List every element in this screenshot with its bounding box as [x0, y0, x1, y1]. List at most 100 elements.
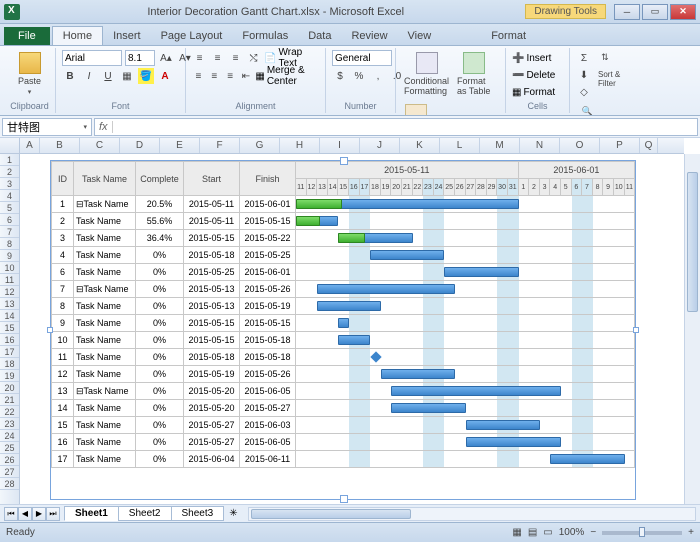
border-button[interactable]: ▦	[119, 68, 135, 84]
zoom-knob[interactable]	[639, 527, 645, 537]
vertical-scrollbar[interactable]	[684, 154, 700, 504]
row-header[interactable]: 14	[0, 310, 19, 322]
scroll-thumb[interactable]	[687, 172, 698, 312]
underline-button[interactable]: U	[100, 68, 116, 84]
tab-nav-first[interactable]: ⏮	[4, 507, 18, 521]
gantt-chart-object[interactable]: IDTask NameCompleteStartFinish2015-05-11…	[50, 160, 636, 500]
align-right-icon[interactable]: ≡	[224, 68, 237, 84]
align-center-icon[interactable]: ≡	[208, 68, 221, 84]
formula-input[interactable]: fx	[94, 118, 698, 136]
row-header[interactable]: 13	[0, 298, 19, 310]
col-header[interactable]: N	[520, 138, 560, 153]
autosum-icon[interactable]: Σ	[576, 50, 592, 66]
file-tab[interactable]: File	[4, 27, 50, 45]
row-header[interactable]: 7	[0, 226, 19, 238]
italic-button[interactable]: I	[81, 68, 97, 84]
align-top-icon[interactable]: ≡	[192, 50, 207, 66]
row-header[interactable]: 9	[0, 250, 19, 262]
paste-button[interactable]: Paste ▾	[10, 50, 49, 98]
orientation-icon[interactable]: ⤭	[246, 50, 261, 66]
col-header[interactable]: C	[80, 138, 120, 153]
number-format-select[interactable]	[332, 50, 392, 66]
fill-icon[interactable]: ⬇	[576, 67, 592, 83]
row-header[interactable]: 5	[0, 202, 19, 214]
row-header[interactable]: 17	[0, 346, 19, 358]
tab-nav-last[interactable]: ⏭	[46, 507, 60, 521]
col-header[interactable]: B	[40, 138, 80, 153]
col-header[interactable]: E	[160, 138, 200, 153]
row-header[interactable]: 15	[0, 322, 19, 334]
currency-icon[interactable]: $	[332, 68, 348, 84]
sheet-tab-2[interactable]: Sheet2	[118, 506, 172, 521]
tab-review[interactable]: Review	[341, 27, 397, 45]
merge-center-button[interactable]: ▦Merge & Center	[255, 68, 319, 84]
row-header[interactable]: 8	[0, 238, 19, 250]
find-select-button[interactable]: 🔍Find & Select	[576, 104, 603, 116]
row-header[interactable]: 23	[0, 418, 19, 430]
col-header[interactable]: G	[240, 138, 280, 153]
row-header[interactable]: 24	[0, 430, 19, 442]
col-header[interactable]: A	[20, 138, 40, 153]
tab-view[interactable]: View	[398, 27, 442, 45]
row-header[interactable]: 1	[0, 154, 19, 166]
row-header[interactable]: 12	[0, 286, 19, 298]
view-break-icon[interactable]: ▭	[543, 527, 552, 538]
row-header[interactable]: 3	[0, 178, 19, 190]
percent-icon[interactable]: %	[351, 68, 367, 84]
select-all-corner[interactable]	[0, 138, 20, 154]
tab-nav-prev[interactable]: ◀	[18, 507, 32, 521]
col-header[interactable]: F	[200, 138, 240, 153]
sheet-tab-1[interactable]: Sheet1	[64, 506, 119, 521]
horizontal-scrollbar[interactable]	[248, 507, 696, 521]
row-header[interactable]: 25	[0, 442, 19, 454]
font-color-button[interactable]: A	[157, 68, 173, 84]
row-header[interactable]: 16	[0, 334, 19, 346]
col-header[interactable]: K	[400, 138, 440, 153]
increase-font-icon[interactable]: A▴	[158, 50, 174, 66]
clear-icon[interactable]: ◇	[576, 84, 592, 100]
align-bot-icon[interactable]: ≡	[228, 50, 243, 66]
row-header[interactable]: 6	[0, 214, 19, 226]
wrap-text-button[interactable]: 📄Wrap Text	[264, 50, 319, 66]
row-header[interactable]: 28	[0, 478, 19, 490]
grid[interactable]: IDTask NameCompleteStartFinish2015-05-11…	[20, 154, 684, 504]
close-button[interactable]: ✕	[670, 4, 696, 20]
row-header[interactable]: 21	[0, 394, 19, 406]
name-box[interactable]: 甘特图▾	[2, 118, 92, 136]
tab-data[interactable]: Data	[298, 27, 341, 45]
fill-color-button[interactable]: 🪣	[138, 68, 154, 84]
view-layout-icon[interactable]: ▤	[528, 527, 537, 538]
tab-formulas[interactable]: Formulas	[232, 27, 298, 45]
new-sheet-button[interactable]: ✳	[223, 508, 243, 519]
col-header[interactable]: D	[120, 138, 160, 153]
sort-filter-button[interactable]: ⇅Sort & Filter	[596, 50, 622, 90]
tab-insert[interactable]: Insert	[103, 27, 151, 45]
sheet-tab-3[interactable]: Sheet3	[171, 506, 225, 521]
font-size-select[interactable]	[125, 50, 155, 66]
zoom-in-button[interactable]: +	[688, 527, 694, 538]
row-header[interactable]: 26	[0, 454, 19, 466]
cell-styles-button[interactable]: Cell Styles	[402, 102, 431, 116]
row-header[interactable]: 19	[0, 370, 19, 382]
row-headers[interactable]: 1234567891011121314151617181920212223242…	[0, 154, 20, 504]
col-header[interactable]: Q	[640, 138, 658, 153]
row-header[interactable]: 27	[0, 466, 19, 478]
maximize-button[interactable]: ▭	[642, 4, 668, 20]
format-cells-button[interactable]: ▦Format	[512, 84, 555, 100]
col-header[interactable]: I	[320, 138, 360, 153]
indent-dec-icon[interactable]: ⇤	[240, 68, 253, 84]
col-header[interactable]: O	[560, 138, 600, 153]
row-header[interactable]: 2	[0, 166, 19, 178]
zoom-slider[interactable]	[602, 531, 682, 535]
tab-home[interactable]: Home	[52, 26, 103, 45]
delete-cells-button[interactable]: ➖Delete	[512, 67, 555, 83]
col-header[interactable]: H	[280, 138, 320, 153]
font-family-select[interactable]	[62, 50, 122, 66]
format-as-table-button[interactable]: Format as Table	[455, 50, 492, 98]
insert-cells-button[interactable]: ➕Insert	[512, 50, 551, 66]
row-header[interactable]: 22	[0, 406, 19, 418]
col-header[interactable]: P	[600, 138, 640, 153]
column-headers[interactable]: ABCDEFGHIJKLMNOPQ	[20, 138, 684, 154]
conditional-formatting-button[interactable]: Conditional Formatting	[402, 50, 451, 98]
row-header[interactable]: 20	[0, 382, 19, 394]
